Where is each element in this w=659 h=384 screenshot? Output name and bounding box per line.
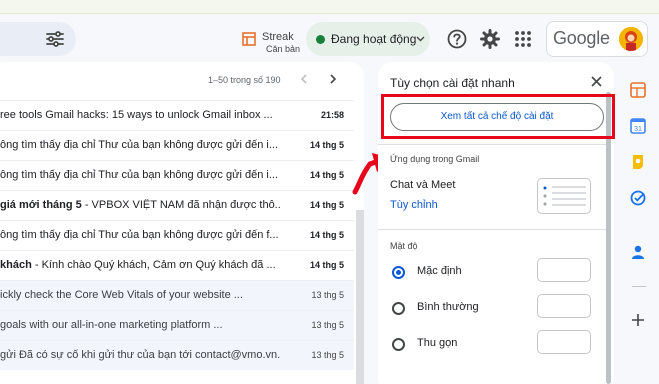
svg-text:31: 31 [634,126,642,133]
divider [378,144,607,145]
mail-subject: khách - Kính chào Quý khách, Cảm ơn Quý … [0,259,280,271]
mail-subject: ông tìm thấy địa chỉ Thư của bạn không đ… [0,169,280,181]
density-option-label[interactable]: Bình thường [417,301,479,313]
status-chip[interactable]: Đang hoạt động [306,22,430,56]
mail-date: 14 thg 5 [309,140,344,150]
mail-subject: ông tìm thấy địa chỉ Thư của bạn không đ… [0,229,280,241]
density-section-heading: Mật độ [390,241,418,251]
top-strip [0,0,659,14]
mail-date: 13 thg 5 [311,350,344,360]
density-radio[interactable] [392,338,405,351]
density-preview [537,330,591,354]
calendar-icon[interactable]: 31 [630,118,646,134]
density-radio[interactable] [392,266,405,279]
mail-subject: ông tìm thấy địa chỉ Thư của bạn không đ… [0,139,280,151]
chevron-down-icon [416,36,425,42]
mail-row[interactable]: giá mới tháng 5 - VPBOX VIỆT NAM đã nhận… [0,190,354,220]
mail-row[interactable]: goals with our all-in-one marketing plat… [0,310,354,340]
mail-subject: goals with our all-in-one marketing plat… [0,319,280,331]
streak-icon [242,32,256,46]
mail-date: 13 thg 5 [311,320,344,330]
search-filter-icon[interactable] [44,28,66,50]
mail-sender: giá mới tháng 5 [0,199,82,211]
mail-snippet: goals with our all-in-one marketing plat… [0,319,223,331]
apps-section-heading: Ứng dụng trong Gmail [390,154,480,164]
highlight-box [381,94,615,139]
mail-sender: khách [0,259,32,271]
density-preview [537,258,591,282]
close-icon[interactable] [591,76,602,87]
mail-subject: ree tools Gmail hacks: 15 ways to unlock… [0,109,280,121]
streak-button[interactable]: Streak Căn bản [242,28,302,54]
chevron-left-icon[interactable] [298,73,310,85]
mail-snippet: ree tools Gmail hacks: 15 ways to unlock… [0,109,273,121]
help-icon[interactable] [446,28,468,50]
density-option-label[interactable]: Thu gọn [417,337,457,349]
mail-snippet: ông tìm thấy địa chỉ Thư của bạn không đ… [0,139,278,151]
mail-date: 14 thg 5 [309,260,344,270]
mail-date: 13 thg 5 [311,290,344,300]
mail-date: 14 thg 5 [309,200,344,210]
avatar-image [619,27,643,51]
account-switcher[interactable]: Google [546,21,648,57]
sheets-icon[interactable] [630,82,646,98]
side-rail: 31 [624,62,659,384]
status-label: Đang hoạt động [331,32,417,46]
keep-icon[interactable] [630,154,646,170]
mail-snippet: ông tìm thấy địa chỉ Thư của bạn không đ… [0,169,278,181]
divider [378,229,607,230]
mail-snippet: ông tìm thấy địa chỉ Thư của bạn không đ… [0,229,279,241]
mail-row[interactable]: khách - Kính chào Quý khách, Cảm ơn Quý … [0,250,354,280]
contacts-icon[interactable] [630,244,646,260]
mail-row[interactable]: ickly check the Core Web Vitals of your … [0,280,354,310]
chevron-right-icon[interactable] [327,73,339,85]
mail-snippet: - VPBOX VIỆT NAM đã nhận được thô... [81,199,280,211]
mail-snippet: - Kính chào Quý khách, Cảm ơn Quý khách … [31,259,276,271]
density-preview [537,294,591,318]
mail-snippet: gửi Đã có sự cố khi gửi thư của bạn tới … [0,349,280,361]
status-dot [316,35,325,44]
mail-row[interactable]: ông tìm thấy địa chỉ Thư của bạn không đ… [0,130,354,160]
chat-meet-preview [537,178,591,214]
mail-subject: ickly check the Core Web Vitals of your … [0,289,280,301]
mail-subject: gửi Đã có sự cố khi gửi thư của bạn tới … [0,349,280,361]
pagination-text: 1–50 trong số 190 [208,75,281,85]
customize-link[interactable]: Tùy chỉnh [390,199,438,211]
apps-grid-icon[interactable] [512,28,534,50]
mail-date: 14 thg 5 [309,170,344,180]
mail-list-panel: 1–50 trong số 190 ree tools Gmail hacks:… [0,62,364,384]
mail-scrollbar[interactable] [356,210,364,384]
google-logo: Google [553,28,610,48]
tasks-icon[interactable] [630,190,646,206]
density-option-label[interactable]: Mặc định [417,265,462,277]
gear-icon[interactable] [479,28,501,50]
mail-row[interactable]: ree tools Gmail hacks: 15 ways to unlock… [0,100,354,130]
mail-row[interactable]: gửi Đã có sự cố khi gửi thư của bạn tới … [0,340,354,370]
streak-title: Streak [262,31,294,43]
add-icon[interactable] [630,312,646,328]
streak-plan: Căn bản [266,44,301,54]
avatar[interactable] [619,27,643,51]
chat-meet-label: Chat và Meet [390,179,456,191]
mail-snippet: ickly check the Core Web Vitals of your … [0,289,243,301]
side-rail-divider [632,286,646,287]
mail-row[interactable]: ông tìm thấy địa chỉ Thư của bạn không đ… [0,160,354,190]
mail-date: 14 thg 5 [309,230,344,240]
mail-subject: giá mới tháng 5 - VPBOX VIỆT NAM đã nhận… [0,199,280,211]
quick-settings-title: Tùy chọn cài đặt nhanh [390,76,515,90]
mail-row[interactable]: ông tìm thấy địa chỉ Thư của bạn không đ… [0,220,354,250]
chat-meet-preview-image [543,186,586,206]
mail-date: 21:58 [320,110,344,120]
density-radio[interactable] [392,302,405,315]
